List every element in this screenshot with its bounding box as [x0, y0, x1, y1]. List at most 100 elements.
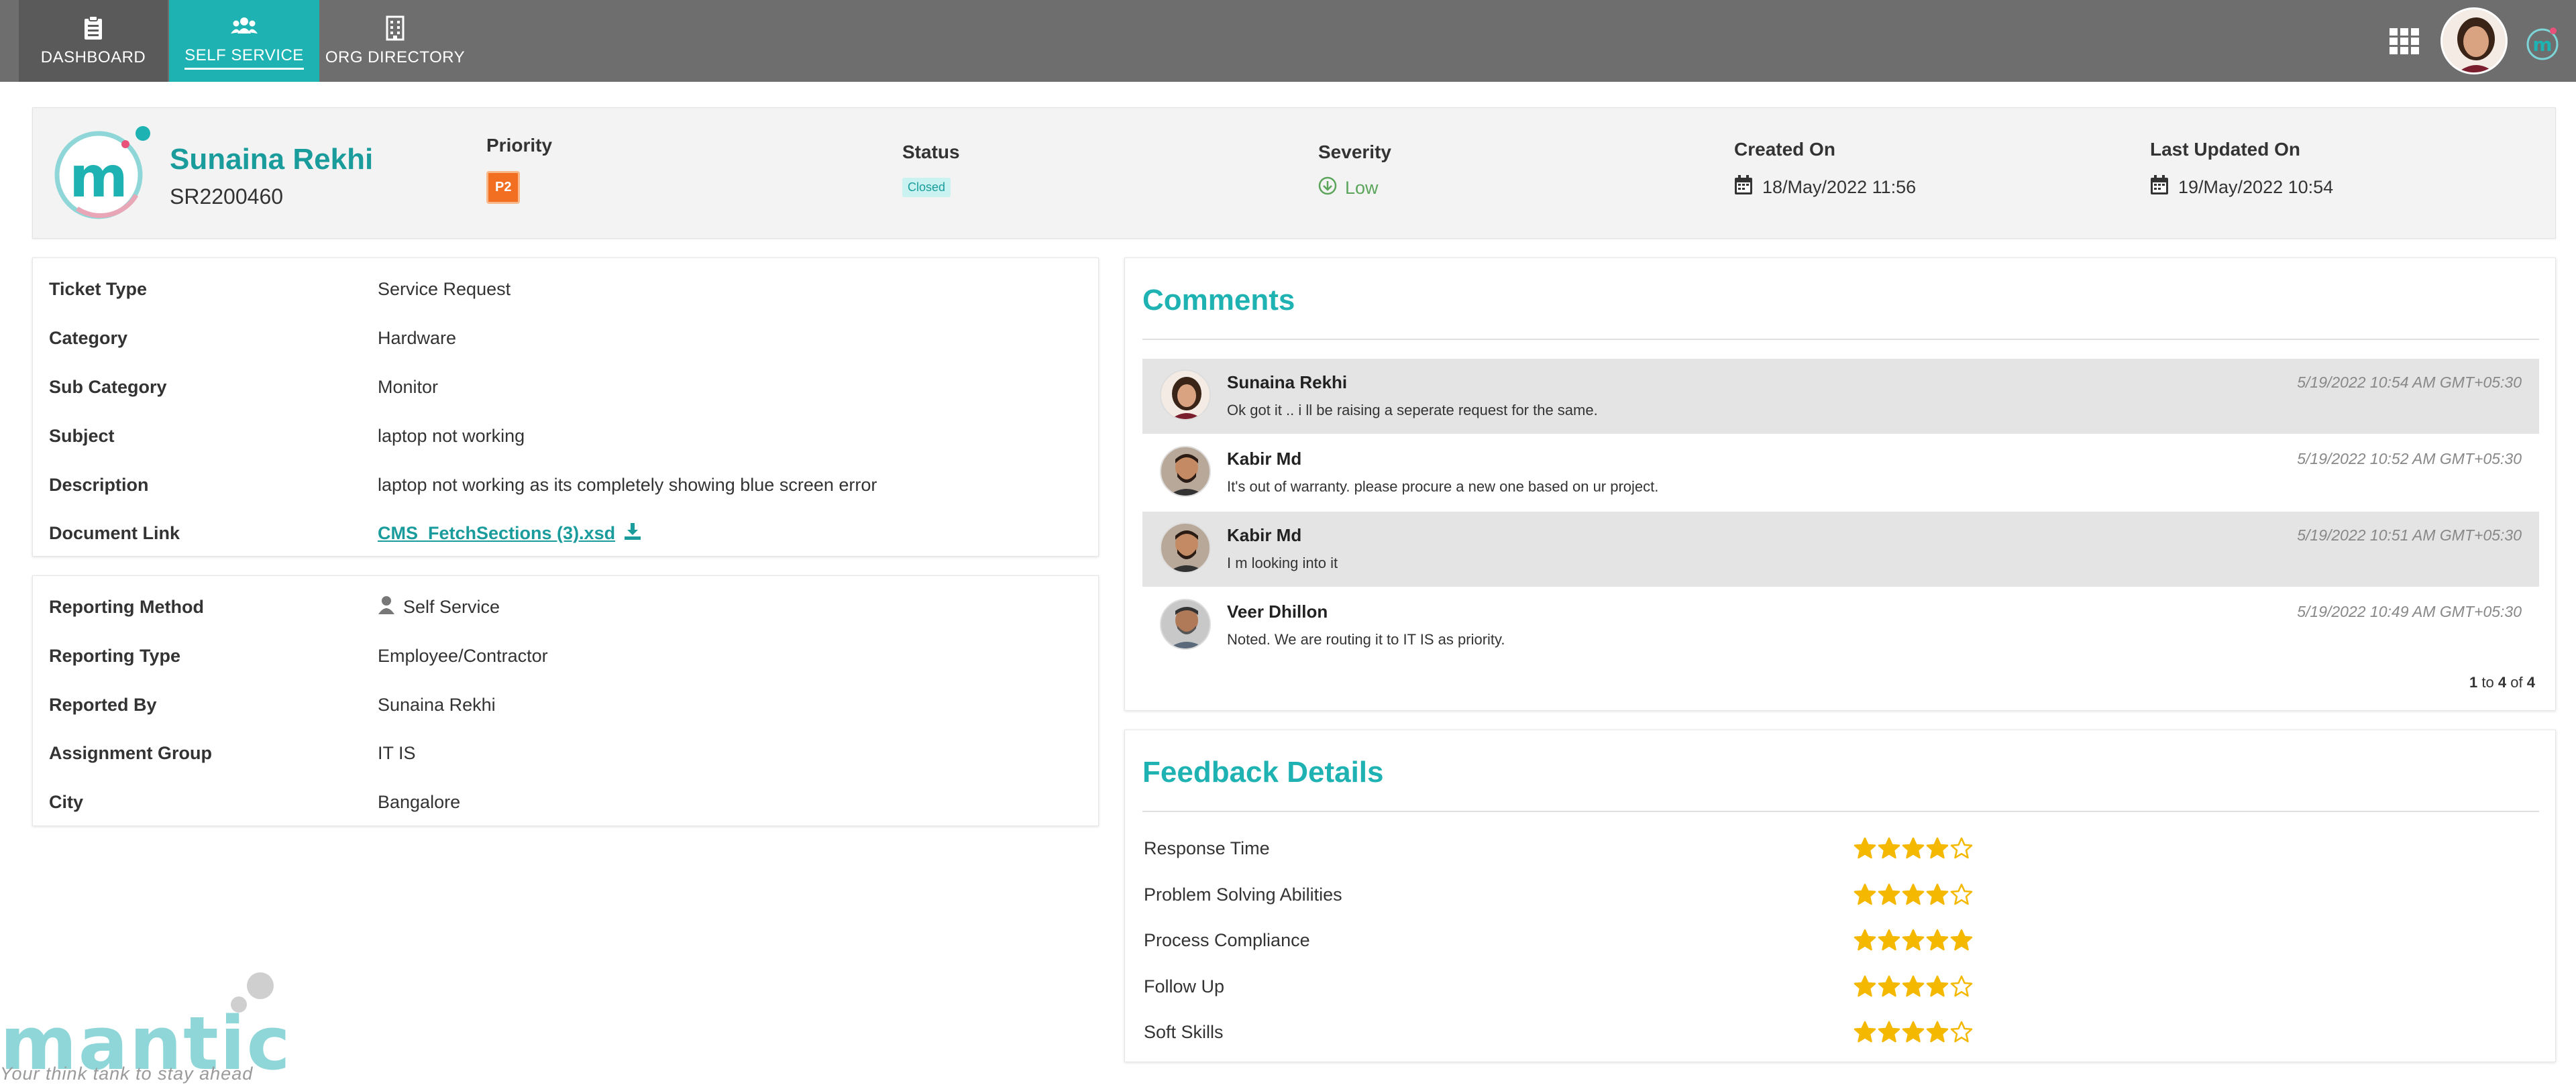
star-filled-icon: [1950, 929, 1973, 951]
tab-dashboard[interactable]: DASHBOARD: [19, 0, 168, 82]
calendar-icon: [2150, 175, 2169, 200]
detail-key: Reporting Type: [49, 645, 181, 666]
detail-key: Reported By: [49, 694, 157, 715]
comments-card: Comments Sunaina Rekhi Ok got it .. i ll…: [1124, 258, 2556, 711]
detail-value: laptop not working: [378, 425, 525, 446]
detail-value: laptop not working as its completely sho…: [378, 474, 877, 495]
feedback-row: Process Compliance: [1144, 927, 2532, 954]
star-filled-icon: [1854, 1021, 1876, 1043]
star-filled-icon: [1926, 1021, 1949, 1043]
star-rating: [1854, 837, 1973, 860]
detail-row: Description laptop not working as its com…: [49, 471, 877, 498]
ticket-details-card: Ticket Type Service Request Category Hardw…: [32, 258, 1099, 557]
updated-field: Last Updated On 19/May/2022 10:54: [2150, 139, 2333, 200]
detail-row: Subject laptop not working: [49, 422, 525, 449]
created-value: 18/May/2022 11:56: [1762, 177, 1917, 197]
detail-key: City: [49, 791, 84, 812]
detail-row: Reporting Type Employee/Contractor: [49, 642, 548, 669]
comment-text: Ok got it .. i ll be raising a seperate …: [1227, 402, 1598, 418]
star-filled-icon: [1854, 975, 1876, 997]
created-label: Created On: [1734, 139, 1835, 160]
tab-org-directory[interactable]: ORG DIRECTORY: [321, 0, 470, 82]
comment-time: 5/19/2022 10:54 AM GMT+05:30: [2297, 374, 2522, 391]
star-rating: [1854, 1021, 1973, 1043]
apps-grid-icon[interactable]: [2390, 28, 2419, 55]
detail-key: Reporting Method: [49, 596, 204, 617]
detail-row: Reporting Method Self Service: [49, 593, 500, 620]
detail-key: Assignment Group: [49, 742, 213, 763]
detail-row: Ticket Type Service Request: [49, 276, 511, 302]
comments-title: Comments: [1142, 284, 1295, 317]
pager-to-word: to: [2481, 674, 2494, 691]
detail-key: Sub Category: [49, 376, 167, 397]
star-filled-icon: [1854, 837, 1876, 859]
detail-value: Sunaina Rekhi: [378, 694, 496, 715]
comment-author: Kabir Md: [1227, 449, 1302, 469]
ticket-header: m Sunaina Rekhi SR2200460 Priority P2 St…: [32, 107, 2556, 239]
brand-dot: [247, 972, 274, 999]
star-rating: [1854, 975, 1973, 998]
detail-value: IT IS: [378, 742, 416, 763]
star-empty-icon: [1950, 883, 1973, 905]
pager-of-word: of: [2510, 674, 2523, 691]
feedback-label: Problem Solving Abilities: [1144, 884, 1342, 905]
star-filled-icon: [1878, 975, 1900, 997]
svg-text:m: m: [69, 144, 128, 210]
comment-text: Noted. We are routing it to IT IS as pri…: [1227, 631, 1505, 648]
tab-label: SELF SERVICE: [184, 46, 304, 70]
detail-row: Document Link CMS_FetchSections (3).xsd: [49, 520, 642, 547]
download-icon[interactable]: [623, 522, 642, 545]
star-filled-icon: [1926, 929, 1949, 951]
avatar: [1160, 446, 1211, 497]
user-avatar[interactable]: [2440, 7, 2508, 74]
feedback-row: Soft Skills: [1144, 1019, 2532, 1045]
detail-row: Reported By Sunaina Rekhi: [49, 691, 496, 718]
comment-item: Kabir Md I m looking into it 5/19/2022 1…: [1142, 512, 2539, 587]
document-link[interactable]: CMS_FetchSections (3).xsd: [378, 523, 615, 544]
top-navigation-bar: DASHBOARD SELF SERVICE ORG DIRECTORY m: [0, 0, 2576, 82]
detail-key: Ticket Type: [49, 278, 148, 299]
avatar: [1160, 522, 1211, 573]
users-icon: [231, 13, 258, 40]
detail-value: Monitor: [378, 376, 439, 397]
detail-value: Self Service: [403, 596, 500, 617]
feedback-label: Process Compliance: [1144, 929, 1310, 950]
feedback-label: Soft Skills: [1144, 1021, 1224, 1042]
detail-row: Assignment Group IT IS: [49, 740, 416, 766]
detail-value: Bangalore: [378, 791, 461, 812]
detail-row: Category Hardware: [49, 325, 456, 351]
reporting-details-card: Reporting Method Self Service Reporting …: [32, 575, 1099, 826]
comment-item: Sunaina Rekhi Ok got it .. i ll be raisi…: [1142, 359, 2539, 434]
brand-logo-icon[interactable]: m: [2524, 24, 2561, 62]
pager-from: 1: [2469, 674, 2478, 691]
ticket-logo-icon: m: [50, 121, 151, 222]
star-filled-icon: [1926, 975, 1949, 997]
star-empty-icon: [1950, 837, 1973, 859]
divider: [1142, 339, 2539, 340]
arrow-down-circle-icon: [1318, 176, 1337, 200]
divider: [1142, 811, 2539, 812]
feedback-row: Response Time: [1144, 835, 2532, 862]
priority-label: Priority: [486, 135, 553, 156]
ticket-id: SR2200460: [170, 184, 284, 209]
pager-total: 4: [2526, 674, 2535, 691]
star-filled-icon: [1878, 929, 1900, 951]
tab-label: DASHBOARD: [40, 48, 146, 66]
star-filled-icon: [1878, 837, 1900, 859]
tab-self-service[interactable]: SELF SERVICE: [169, 0, 319, 82]
comment-author: Sunaina Rekhi: [1227, 372, 1348, 392]
star-filled-icon: [1926, 837, 1949, 859]
star-filled-icon: [1878, 1021, 1900, 1043]
star-filled-icon: [1902, 929, 1925, 951]
pager-to: 4: [2498, 674, 2507, 691]
comment-author: Kabir Md: [1227, 525, 1302, 545]
detail-row: City Bangalore: [49, 789, 460, 815]
feedback-row: Follow Up: [1144, 973, 2532, 1000]
feedback-row: Problem Solving Abilities: [1144, 881, 2532, 908]
severity-label: Severity: [1318, 141, 1391, 162]
star-rating: [1854, 883, 1973, 906]
created-field: Created On 18/May/2022 11:56: [1734, 139, 1916, 200]
comment-time: 5/19/2022 10:52 AM GMT+05:30: [2297, 450, 2522, 467]
status-label: Status: [902, 141, 960, 162]
star-filled-icon: [1854, 883, 1876, 905]
